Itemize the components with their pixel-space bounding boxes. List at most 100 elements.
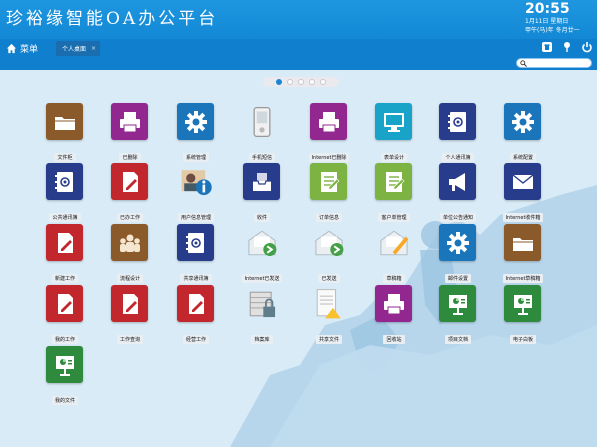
presentation-icon[interactable] — [46, 346, 83, 383]
page-dot-2[interactable] — [287, 79, 293, 85]
app-item-13[interactable]: 订单信息 — [296, 163, 362, 222]
app-item-31[interactable]: 项目文档 — [425, 285, 491, 344]
app-label: 用户信息管理 — [177, 213, 214, 222]
app-item-30[interactable]: 回收站 — [361, 285, 427, 344]
app-item-14[interactable]: 客户单管理 — [361, 163, 427, 222]
app-item-15[interactable]: 单位公告通知 — [425, 163, 491, 222]
app-item-26[interactable]: 工作查询 — [97, 285, 163, 344]
checklist-icon[interactable] — [310, 163, 347, 200]
gear-icon[interactable] — [504, 103, 541, 140]
app-label: Internet已发送 — [241, 274, 283, 283]
app-item-24[interactable]: Internet草稿箱 — [490, 224, 556, 283]
shared-file-icon[interactable] — [310, 285, 347, 322]
app-item-8[interactable]: 系统配置 — [490, 103, 556, 162]
page-dot-1[interactable] — [276, 79, 282, 85]
app-item-16[interactable]: Internet收件箱 — [490, 163, 556, 222]
printer-icon[interactable] — [111, 103, 148, 140]
doc-edit-icon[interactable] — [46, 285, 83, 322]
people-icon[interactable] — [111, 224, 148, 261]
app-item-2[interactable]: 已删除 — [97, 103, 163, 162]
app-label: 草稿箱 — [383, 274, 405, 283]
app-item-29[interactable]: 共享文件 — [296, 285, 362, 344]
app-item-19[interactable]: 共享通讯簿 — [163, 224, 229, 283]
app-item-1[interactable]: 文件柜 — [32, 103, 98, 162]
search-row — [0, 57, 597, 70]
doc-edit-icon[interactable] — [46, 224, 83, 261]
app-item-12[interactable]: 收件 — [229, 163, 295, 222]
addressbook-icon[interactable] — [46, 163, 83, 200]
addressbook-icon[interactable] — [177, 224, 214, 261]
app-item-6[interactable]: 表单设计 — [361, 103, 427, 162]
app-item-17[interactable]: 新建工作 — [32, 224, 98, 283]
app-label: 个人通讯簿 — [442, 153, 474, 162]
app-item-32[interactable]: 电子白板 — [490, 285, 556, 344]
folder-icon[interactable] — [46, 103, 83, 140]
page-dot-5[interactable] — [320, 79, 326, 85]
app-label: 回收站 — [383, 335, 405, 344]
user-info-icon[interactable] — [177, 163, 214, 200]
doc-edit-icon[interactable] — [177, 285, 214, 322]
search-icon — [520, 60, 527, 67]
app-item-18[interactable]: 流程设计 — [97, 224, 163, 283]
power-icon[interactable] — [581, 41, 593, 53]
shirt-icon[interactable] — [541, 41, 553, 53]
checklist-icon[interactable] — [375, 163, 412, 200]
pin-icon[interactable] — [561, 41, 573, 53]
archive-lock-icon[interactable] — [243, 285, 280, 322]
tab-close-icon[interactable]: × — [91, 45, 96, 52]
app-item-33[interactable]: 我的文件 — [32, 346, 98, 405]
app-item-4[interactable]: 手机短信 — [229, 103, 295, 162]
app-label: 档案库 — [251, 335, 273, 344]
printer-icon[interactable] — [310, 103, 347, 140]
app-item-28[interactable]: 档案库 — [229, 285, 295, 344]
menu-button[interactable]: 菜单 — [6, 40, 38, 56]
app-item-21[interactable]: 已发送 — [296, 224, 362, 283]
app-item-27[interactable]: 经营工作 — [163, 285, 229, 344]
printer-icon[interactable] — [375, 285, 412, 322]
app-label: 系统配置 — [509, 153, 536, 162]
mail-open-icon[interactable] — [243, 224, 280, 261]
clock-lunar-date: 甲午(马)年 冬月廿一 — [525, 27, 580, 34]
app-label: 公共通讯簿 — [49, 213, 81, 222]
app-title: 珍裕缘智能OA办公平台 — [6, 9, 219, 29]
app-label: 我的工作 — [51, 335, 78, 344]
gear-icon[interactable] — [177, 103, 214, 140]
gear-icon[interactable] — [439, 224, 476, 261]
app-item-11[interactable]: 用户信息管理 — [163, 163, 229, 222]
app-label: 我的文件 — [51, 396, 78, 405]
tab-personal-desktop[interactable]: 个人桌面 × — [56, 41, 101, 56]
app-item-10[interactable]: 已办工作 — [97, 163, 163, 222]
app-item-25[interactable]: 我的工作 — [32, 285, 98, 344]
addressbook-icon[interactable] — [439, 103, 476, 140]
phone-icon[interactable] — [243, 103, 280, 140]
folder-icon[interactable] — [504, 224, 541, 261]
presentation-icon[interactable] — [439, 285, 476, 322]
app-item-5[interactable]: Internet已删除 — [296, 103, 362, 162]
app-item-22[interactable]: 草稿箱 — [361, 224, 427, 283]
page-dot-3[interactable] — [298, 79, 304, 85]
menu-label: 菜单 — [20, 44, 39, 55]
page-dot-4[interactable] — [309, 79, 315, 85]
app-label: 已删除 — [119, 153, 141, 162]
mail-open-icon[interactable] — [310, 224, 347, 261]
app-label: 工作查询 — [116, 335, 143, 344]
inbox-icon[interactable] — [243, 163, 280, 200]
app-label: 手机短信 — [248, 153, 275, 162]
nav-bar: 菜单 个人桌面 × — [0, 39, 597, 57]
app-item-7[interactable]: 个人通讯簿 — [425, 103, 491, 162]
app-label: 邮件设置 — [444, 274, 471, 283]
monitor-icon[interactable] — [375, 103, 412, 140]
doc-edit-icon[interactable] — [111, 163, 148, 200]
presentation-icon[interactable] — [504, 285, 541, 322]
app-item-23[interactable]: 邮件设置 — [425, 224, 491, 283]
search-input[interactable] — [516, 58, 592, 68]
mail-draft-icon[interactable] — [375, 224, 412, 261]
clock-time: 20:55 — [525, 1, 570, 17]
mail-icon[interactable] — [504, 163, 541, 200]
app-item-3[interactable]: 系统管理 — [163, 103, 229, 162]
app-item-9[interactable]: 公共通讯簿 — [32, 163, 98, 222]
doc-edit-icon[interactable] — [111, 285, 148, 322]
app-item-20[interactable]: Internet已发送 — [229, 224, 295, 283]
megaphone-icon[interactable] — [439, 163, 476, 200]
app-label: 收件 — [253, 213, 270, 222]
